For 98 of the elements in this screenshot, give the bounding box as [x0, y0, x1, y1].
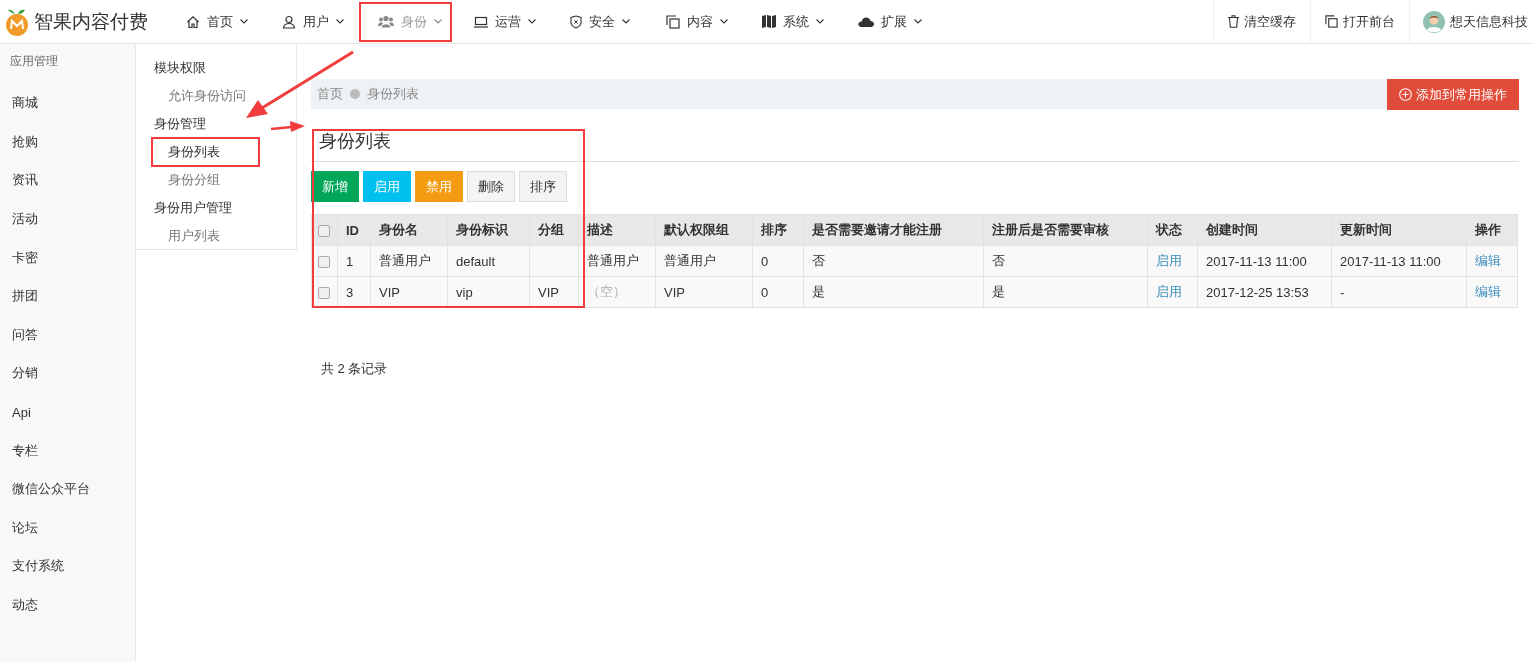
- table-cell: VIP: [379, 284, 400, 300]
- breadcrumb-item: 身份列表: [367, 85, 419, 103]
- table-cell: 0: [761, 284, 769, 300]
- table-cell: 2017-11-13 11:00: [1206, 253, 1307, 269]
- table-cell: 1: [346, 253, 354, 269]
- table-cell: VIP: [664, 284, 685, 300]
- column-header: 描述: [578, 214, 656, 246]
- users-icon: [378, 15, 394, 28]
- caret-icon: [336, 19, 344, 24]
- submenu-item[interactable]: 身份分组: [168, 166, 220, 194]
- sidebar-item[interactable]: 分销: [0, 354, 135, 393]
- column-header: 状态: [1147, 214, 1198, 246]
- caret-icon: [240, 19, 248, 24]
- caret-icon: [720, 19, 728, 24]
- submenu-item[interactable]: 允许身份访问: [168, 82, 246, 110]
- sidebar-item[interactable]: 问答: [0, 315, 135, 355]
- column-header: 操作: [1466, 214, 1518, 246]
- caret-icon: [434, 19, 442, 24]
- nav-menu-item[interactable]: 用户: [282, 3, 378, 40]
- column-header: 注册后是否需要审核: [983, 214, 1148, 246]
- shield-icon: [570, 14, 582, 29]
- caret-icon: [914, 19, 922, 24]
- column-header: 默认权限组: [655, 214, 753, 246]
- select-all-checkbox[interactable]: [318, 225, 330, 238]
- table-cell: 0: [761, 253, 769, 269]
- table-cell: 2017-12-25 13:53: [1206, 284, 1309, 300]
- nav-menu-item[interactable]: 运营: [474, 3, 570, 40]
- separator-dot-icon: [350, 89, 360, 99]
- home-icon: [186, 14, 200, 29]
- row-checkbox[interactable]: [318, 256, 330, 269]
- table-cell: （空）: [587, 284, 626, 299]
- copy-icon: [1325, 15, 1338, 28]
- table-cell: vip: [456, 284, 473, 300]
- record-count: 共 2 条记录: [320, 360, 389, 378]
- nav-menu-item[interactable]: 系统: [762, 3, 858, 40]
- monitor-icon: [474, 15, 488, 28]
- table-cell: 普通用户: [379, 253, 431, 268]
- plus-circle-icon: [1399, 88, 1412, 101]
- table-cell: 否: [812, 253, 825, 268]
- column-header: 是否需要邀请才能注册: [803, 214, 984, 246]
- open-frontend-button[interactable]: 打开前台: [1310, 0, 1409, 44]
- submenu-group-title: 模块权限: [154, 59, 206, 77]
- submenu-item[interactable]: 身份列表: [168, 138, 220, 166]
- sidebar-item[interactable]: 微信公众平台: [0, 469, 135, 509]
- table-cell: -: [1340, 284, 1345, 300]
- table-cell: default: [456, 253, 496, 269]
- add-shortcut-button[interactable]: 添加到常用操作: [1387, 79, 1519, 110]
- caret-icon: [528, 19, 536, 24]
- arrow: [270, 121, 305, 132]
- avatar-icon: [1423, 10, 1445, 33]
- caret-icon: [816, 19, 824, 24]
- caret-icon: [622, 19, 630, 24]
- clear-cache-button[interactable]: 清空缓存: [1213, 0, 1310, 44]
- table-cell: 否: [992, 253, 1005, 268]
- user-menu[interactable]: 想天信息科技: [1409, 0, 1532, 44]
- table-cell: VIP: [538, 284, 559, 300]
- book-icon: [762, 15, 776, 28]
- sidebar-item[interactable]: 活动: [0, 199, 135, 239]
- table-cell: 2017-11-13 11:00: [1340, 253, 1441, 269]
- submenu-item[interactable]: 用户列表: [168, 222, 220, 250]
- submenu-group-title: 身份用户管理: [154, 199, 232, 217]
- nav-menu-item[interactable]: 内容: [666, 3, 762, 40]
- toolbar-button[interactable]: 删除: [467, 171, 515, 202]
- submenu-group-title: 身份管理: [154, 115, 206, 133]
- user-icon: [282, 14, 296, 29]
- toolbar-button[interactable]: 排序: [519, 171, 567, 202]
- sidebar-item[interactable]: Api: [0, 392, 135, 432]
- nav-menu-item[interactable]: 扩展: [858, 3, 954, 40]
- sidebar-item[interactable]: 卡密: [0, 238, 135, 277]
- sidebar-item[interactable]: 专栏: [0, 431, 135, 470]
- page-title: 身份列表: [311, 129, 1519, 162]
- column-header: 更新时间: [1331, 214, 1467, 246]
- sidebar-item[interactable]: 动态: [0, 585, 135, 625]
- table-cell: 普通用户: [664, 253, 716, 268]
- nav-menu-item[interactable]: 首页: [186, 3, 282, 40]
- table-cell: 普通用户: [587, 253, 639, 268]
- column-header: 创建时间: [1197, 214, 1332, 246]
- row-checkbox[interactable]: [318, 287, 330, 300]
- column-header: 排序: [752, 214, 804, 246]
- column-header: 身份名: [370, 214, 448, 246]
- table-cell: 是: [992, 284, 1005, 299]
- sidebar-item[interactable]: 商城: [0, 84, 135, 123]
- sidebar-item[interactable]: 论坛: [0, 508, 135, 548]
- sidebar-item[interactable]: 支付系统: [0, 547, 135, 586]
- table-cell: 3: [346, 284, 354, 300]
- column-header: ID: [337, 214, 371, 246]
- nav-menu-item[interactable]: 安全: [570, 3, 666, 40]
- sidebar-item[interactable]: 拼团: [0, 276, 135, 316]
- column-header: 分组: [529, 214, 579, 246]
- sidebar-heading: 应用管理: [9, 53, 59, 70]
- brand-title: 智果内容付费: [34, 9, 148, 34]
- sidebar-item[interactable]: 抢购: [0, 122, 135, 162]
- copy-icon: [666, 14, 680, 29]
- cloud-icon: [858, 16, 874, 27]
- table-cell: 是: [812, 284, 825, 299]
- trash-icon: [1228, 15, 1239, 28]
- sidebar-item[interactable]: 资讯: [0, 161, 135, 200]
- column-header: 身份标识: [447, 214, 530, 246]
